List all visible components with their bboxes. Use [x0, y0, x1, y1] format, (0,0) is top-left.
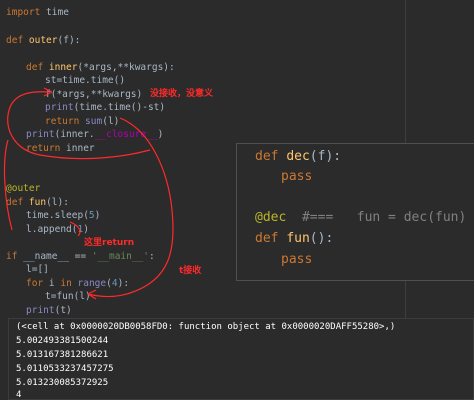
popup-line-dec-def: def dec(f): [255, 149, 342, 164]
console-line-closure: (<cell at 0x0000020DB0058FD0: function o… [16, 322, 396, 332]
console-line-time-3: 5.0110533237457275 [16, 364, 114, 374]
popup-line-pass-2: pass [281, 252, 313, 267]
code-tooltip-popup: def dec(f): pass @dec #=== fun = dec(fun… [236, 143, 474, 281]
popup-line-pass-1: pass [281, 169, 313, 184]
popup-line-decorator: @dec #=== fun = dec(fun) [255, 210, 467, 225]
console-line-result: 4 [16, 390, 22, 400]
console-line-time-4: 5.013230085372925 [16, 378, 109, 388]
console-line-time-1: 5.002493381500244 [16, 336, 109, 346]
popup-line-fun-def: def fun(): [255, 231, 334, 246]
console-line-time-2: 5.013167381286621 [16, 350, 109, 360]
run-console[interactable]: (<cell at 0x0000020DB0058FD0: function o… [8, 318, 474, 400]
